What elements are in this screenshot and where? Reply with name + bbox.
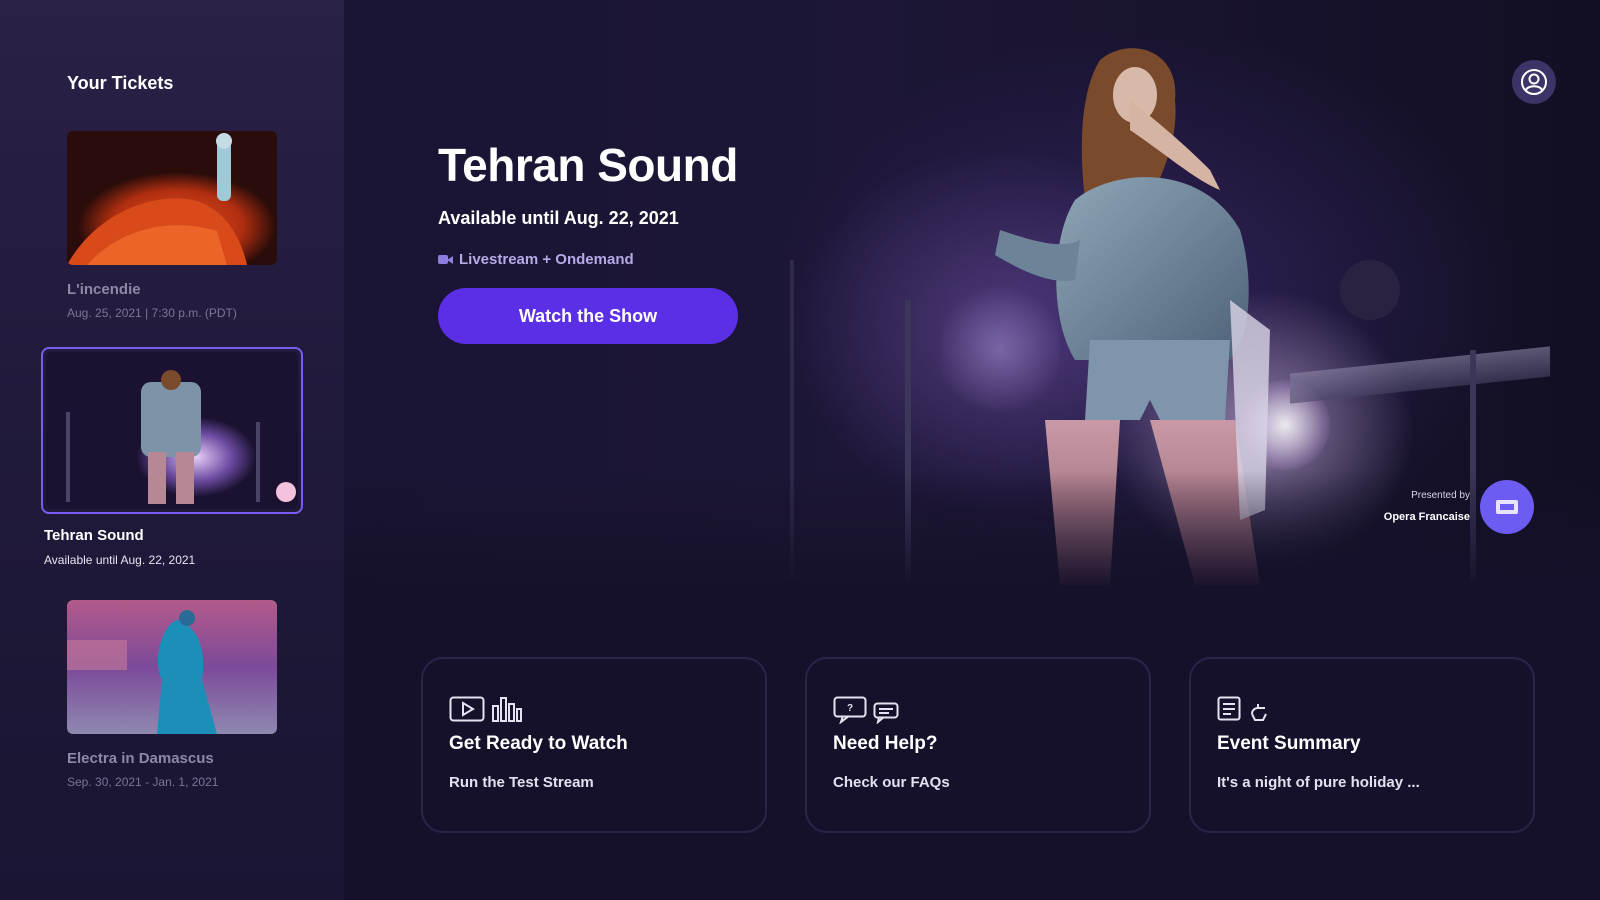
- user-icon: [1521, 69, 1547, 95]
- card-icons: [1217, 696, 1269, 722]
- card-title: Event Summary: [1217, 733, 1361, 754]
- faq-icon: ?: [833, 696, 867, 724]
- video-icon: [449, 696, 485, 722]
- presented-by-label: Presented by: [1411, 490, 1470, 501]
- get-ready-card[interactable]: Get Ready to Watch Run the Test Stream: [421, 657, 767, 833]
- presented-by: Presented by Opera Francaise: [1330, 490, 1470, 523]
- document-icon: [1217, 696, 1241, 721]
- sidebar-title: Your Tickets: [67, 73, 174, 93]
- ticket-name: L'incendie: [67, 281, 141, 298]
- presenter-logo[interactable]: [1480, 480, 1534, 534]
- card-icons: ?: [833, 696, 899, 724]
- card-title: Need Help?: [833, 733, 938, 754]
- ticket-thumbnail-tehran-sound[interactable]: [46, 352, 298, 509]
- card-subtitle: Run the Test Stream: [449, 774, 594, 791]
- hand-icon: [1251, 704, 1267, 721]
- video-camera-icon: [438, 254, 453, 265]
- tickets-sidebar: Your Tickets L'incendie Aug. 25, 2021 | …: [0, 0, 344, 900]
- show-title: Tehran Sound: [438, 139, 738, 191]
- ticket-thumbnail-lincendie[interactable]: [67, 131, 277, 265]
- ticket-name: Electra in Damascus: [67, 750, 214, 767]
- card-title: Get Ready to Watch: [449, 733, 628, 754]
- ticket-date: Available until Aug. 22, 2021: [44, 553, 196, 567]
- ticket-date: Aug. 25, 2021 | 7:30 p.m. (PDT): [67, 306, 237, 320]
- format-label: Livestream + Ondemand: [459, 250, 634, 268]
- card-icons: [449, 696, 523, 722]
- presenter-logo-icon: [1496, 500, 1518, 514]
- card-subtitle: Check our FAQs: [833, 774, 950, 791]
- event-summary-card[interactable]: Event Summary It's a night of pure holid…: [1189, 657, 1535, 833]
- ticket-date: Sep. 30, 2021 - Jan. 1, 2021: [67, 775, 219, 789]
- need-help-card[interactable]: ? Need Help? Check our FAQs: [805, 657, 1151, 833]
- ticket-thumbnail-electra[interactable]: [67, 600, 277, 734]
- card-subtitle: It's a night of pure holiday ...: [1217, 774, 1420, 791]
- svg-text:?: ?: [847, 703, 853, 714]
- watch-the-show-button[interactable]: Watch the Show: [438, 288, 738, 344]
- equalizer-icon: [492, 697, 522, 722]
- availability-text: Available until Aug. 22, 2021: [438, 208, 679, 228]
- chat-icon: [873, 702, 899, 724]
- format-row: Livestream + Ondemand: [438, 249, 634, 269]
- profile-button[interactable]: [1512, 60, 1556, 104]
- ticket-name: Tehran Sound: [44, 527, 144, 544]
- presenter-name: Opera Francaise: [1383, 511, 1470, 523]
